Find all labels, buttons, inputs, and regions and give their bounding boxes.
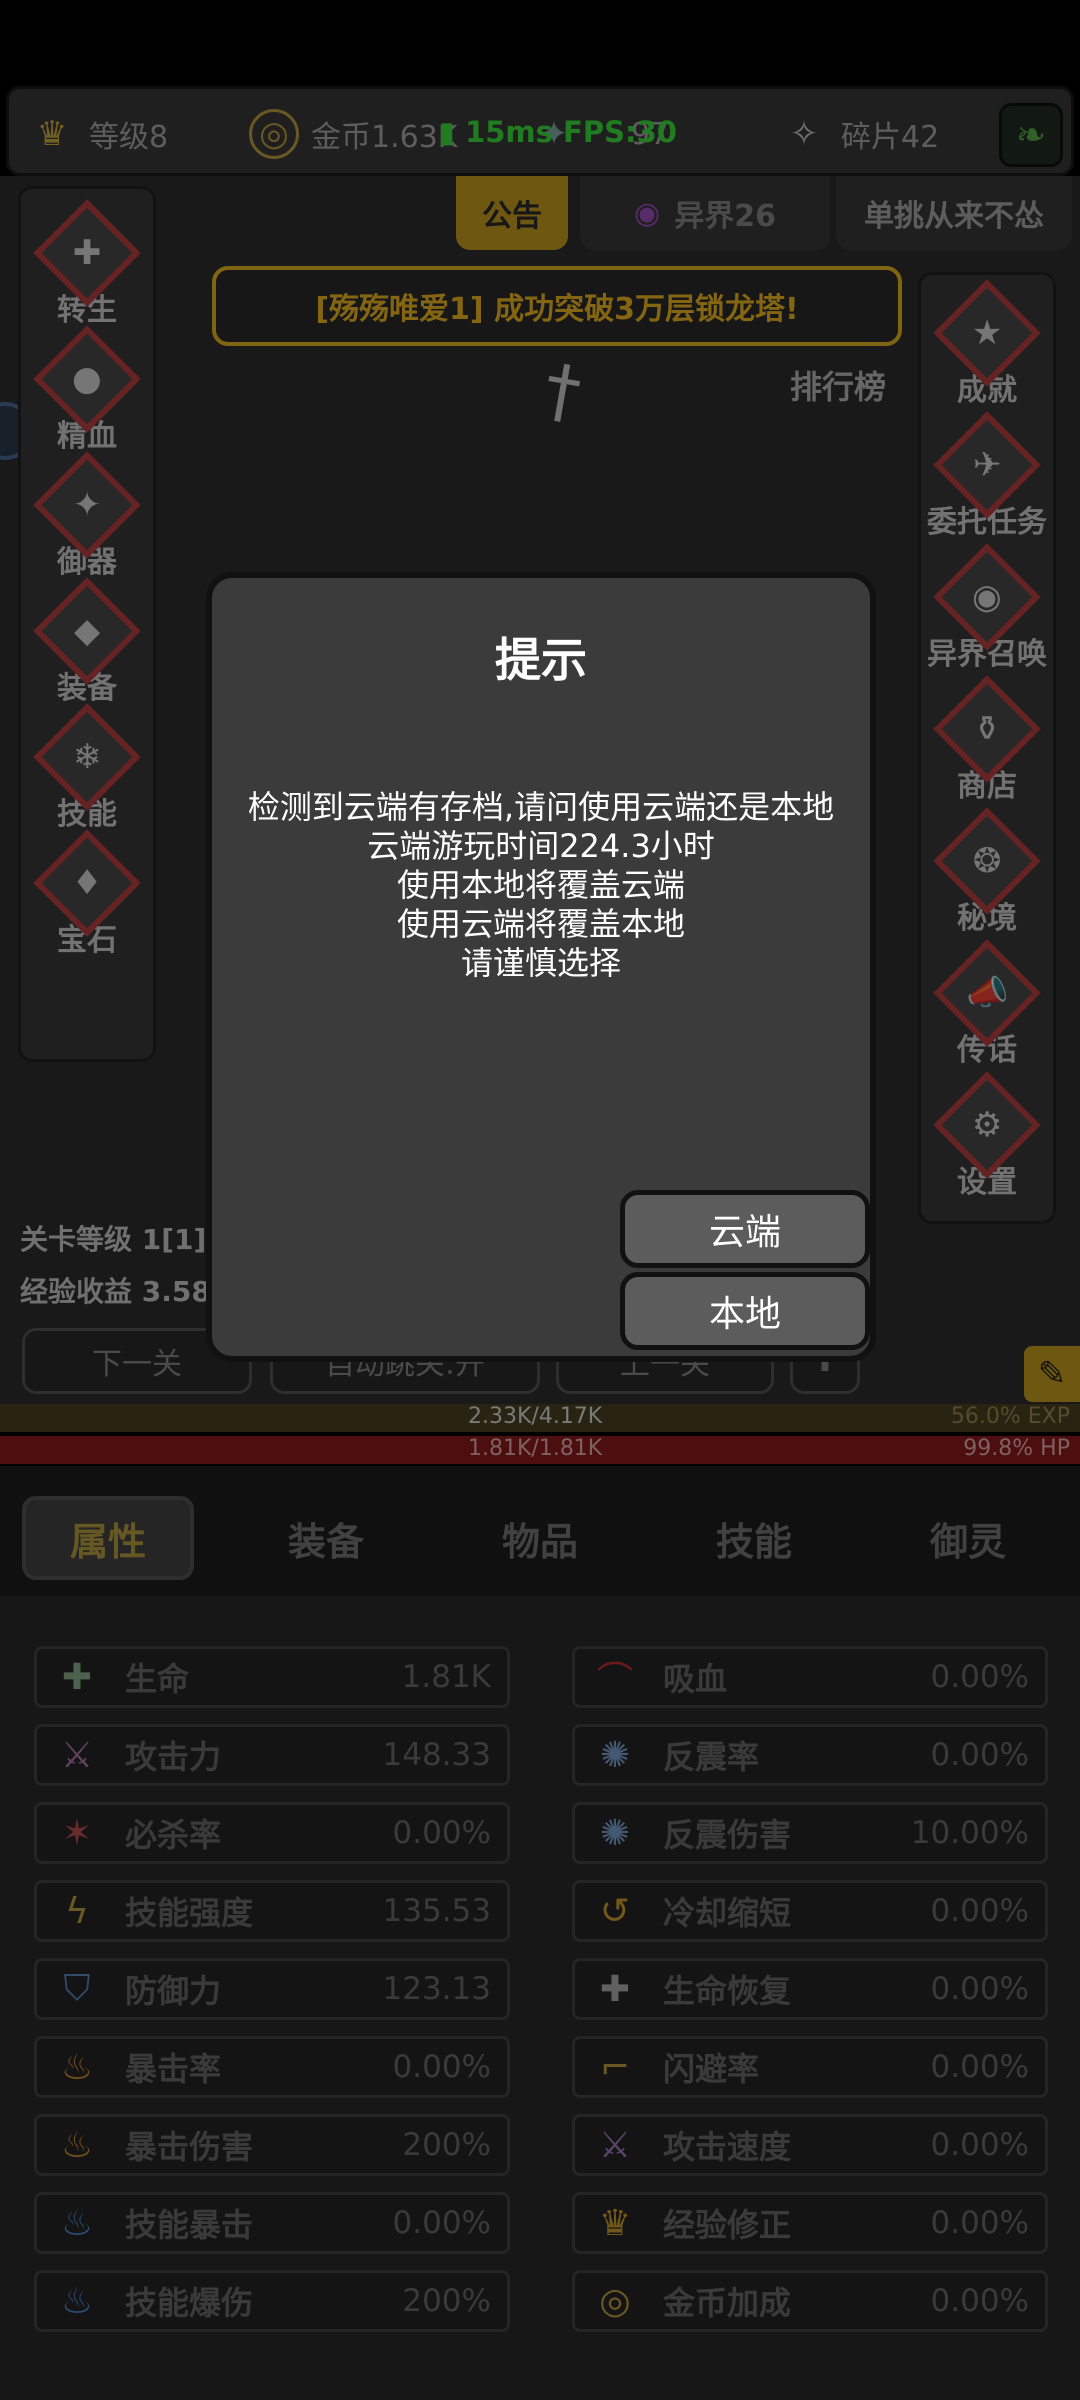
dialog-line: 使用云端将覆盖本地 [396,905,685,943]
use-local-button[interactable]: 本地 [620,1272,870,1350]
use-cloud-button[interactable]: 云端 [620,1190,870,1268]
dialog-message: 检测到云端有存档,请问使用云端还是本地 云端游玩时间224.3小时 使用本地将覆… [212,788,870,983]
dialog-line: 云端游玩时间224.3小时 [367,827,715,865]
dialog-line: 检测到云端有存档,请问使用云端还是本地 [247,788,835,826]
cloud-save-dialog: 提示 检测到云端有存档,请问使用云端还是本地 云端游玩时间224.3小时 使用本… [206,572,876,1362]
use-local-label: 本地 [708,1294,781,1335]
use-cloud-label: 云端 [708,1212,781,1253]
dialog-line: 使用本地将覆盖云端 [396,866,685,904]
dialog-title: 提示 [495,633,587,687]
dialog-line: 请谨慎选择 [460,944,621,982]
